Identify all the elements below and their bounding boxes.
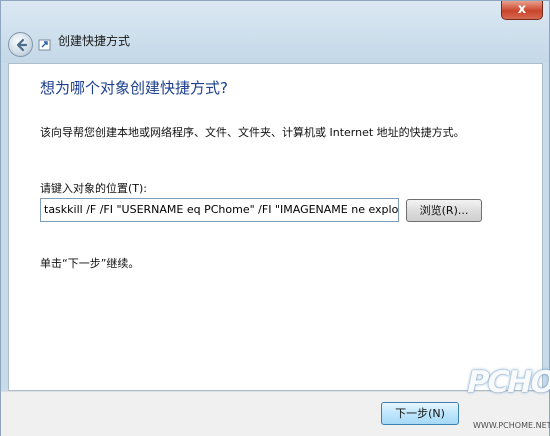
next-step-hint: 单击“下一步”继续。 <box>40 257 140 270</box>
window-title: 创建快捷方式 <box>58 34 131 48</box>
wizard-description: 该向导帮您创建本地或网络程序、文件、文件夹、计算机或 Internet 地址的快… <box>40 126 465 139</box>
wizard-content-panel: 想为哪个对象创建快捷方式? 该向导帮您创建本地或网络程序、文件、文件夹、计算机或… <box>8 63 543 391</box>
dialog-footer: 下一步(N) <box>1 391 549 436</box>
back-arrow-icon <box>16 38 28 52</box>
location-label: 请键入对象的位置(T): <box>40 182 148 195</box>
title-bar: x 创建快捷方式 <box>1 1 549 63</box>
location-input[interactable]: taskkill /F /FI "USERNAME eq PChome" /FI… <box>40 198 399 222</box>
close-button[interactable]: x <box>501 1 543 20</box>
page-heading: 想为哪个对象创建快捷方式? <box>40 79 228 97</box>
shortcut-app-icon <box>38 39 51 51</box>
back-button[interactable] <box>8 32 33 57</box>
create-shortcut-dialog: x 创建快捷方式 想为哪个对象创建快捷方式? 该向导帮您创建本地或网络程序、文件… <box>0 0 550 436</box>
browse-button[interactable]: 浏览(R)... <box>406 199 482 222</box>
next-button[interactable]: 下一步(N) <box>381 402 459 425</box>
